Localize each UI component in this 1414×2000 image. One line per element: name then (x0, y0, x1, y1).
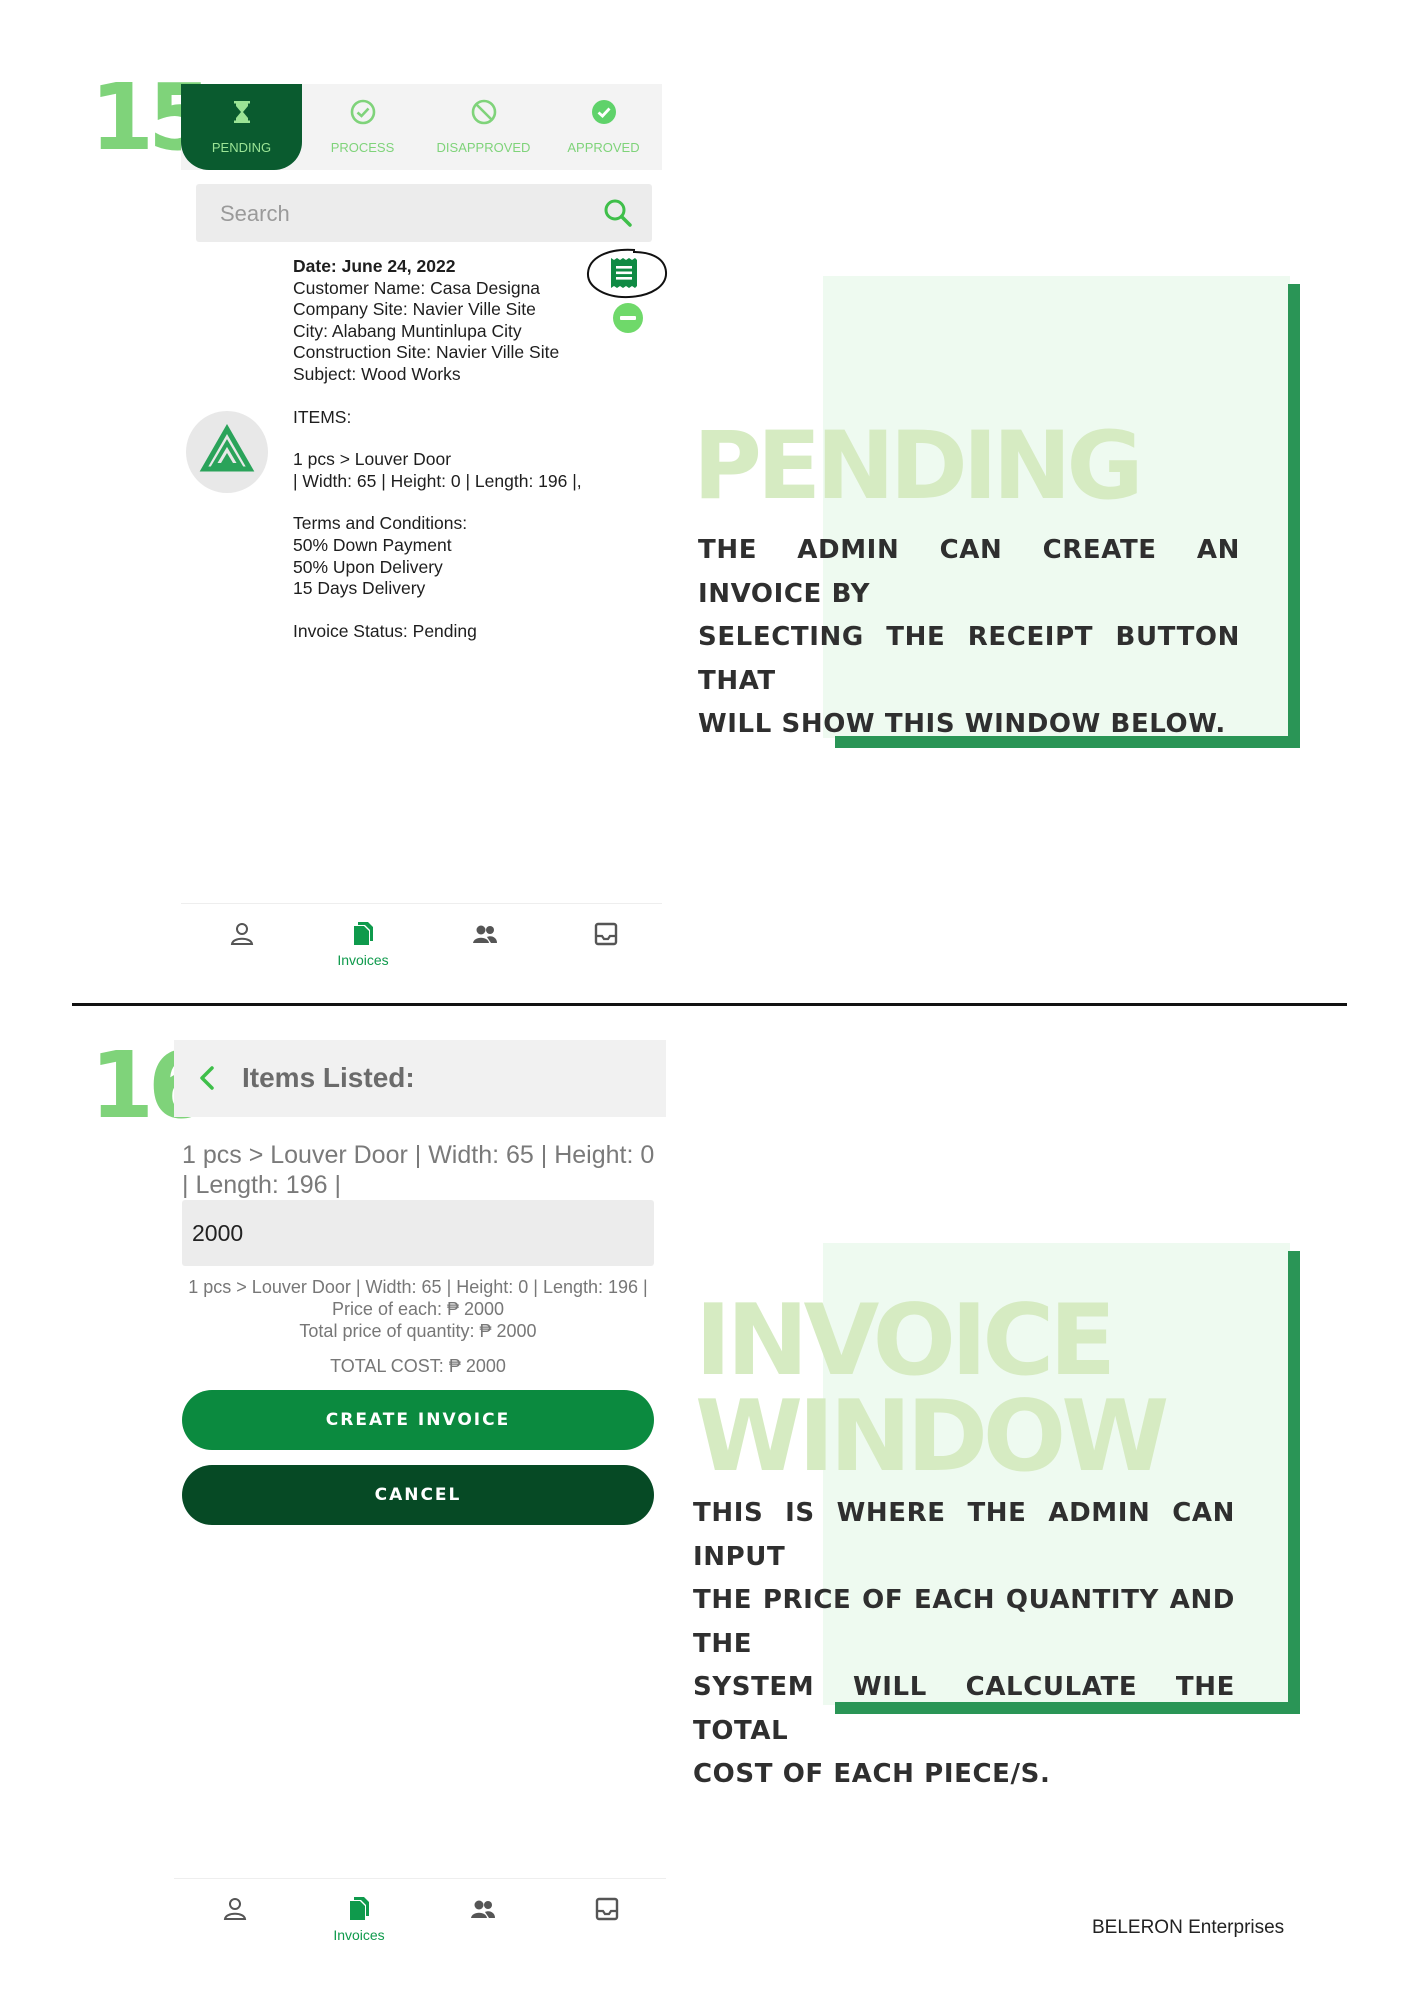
price-summary: 1 pcs > Louver Door | Width: 65 | Height… (168, 1276, 668, 1377)
inbox-icon (595, 1897, 619, 1921)
city: City: Alabang Muntinlupa City (293, 320, 522, 341)
nav-label: Invoices (337, 952, 389, 968)
panel-description-line: COST OF EACH PIECE/S. (693, 1759, 1051, 1789)
term-upon-delivery: 50% Upon Delivery (293, 556, 443, 577)
item-line: 1 pcs > Louver Door | Width: 65 | Height… (182, 1141, 655, 1169)
tab-pending[interactable]: PENDING (181, 84, 302, 170)
triangle-logo-icon (199, 423, 255, 472)
invoice-status: Invoice Status: Pending (293, 620, 477, 641)
term-delivery-days: 15 Days Delivery (293, 578, 426, 599)
check-circle-outline-icon (350, 99, 375, 125)
info-panel-border (1288, 1251, 1300, 1714)
panel-description: THE ADMIN CAN CREATE AN INVOICE BY SELEC… (698, 529, 1240, 747)
section-divider (72, 1003, 1347, 1006)
panel-title-invoice: INVOICE (695, 1284, 1116, 1398)
customer-name: Customer Name: Casa Designa (293, 277, 541, 298)
prohibited-icon (471, 99, 496, 125)
inbox-icon (594, 922, 618, 946)
person-icon (230, 923, 254, 945)
nav-profile[interactable] (181, 904, 303, 980)
price-input[interactable]: 2000 (182, 1200, 654, 1266)
construction-site: Construction Site: Navier Ville Site (293, 342, 560, 363)
terms-heading: Terms and Conditions: (293, 513, 468, 534)
panel-description-line: THE ADMIN CAN CREATE AN INVOICE BY (698, 535, 1240, 609)
tab-label: DISAPPROVED (436, 140, 531, 155)
summary-total-quantity: Total price of quantity: ₱ 2000 (299, 1321, 537, 1341)
summary-total-cost: TOTAL COST: ₱ 2000 (330, 1356, 506, 1376)
tab-disapproved[interactable]: DISAPPROVED (423, 84, 544, 170)
items-listed-header: Items Listed: (174, 1040, 666, 1117)
person-icon (223, 1898, 247, 1920)
nav-label: Invoices (333, 1927, 385, 1943)
tab-label: PROCESS (330, 140, 395, 155)
panel-description: THIS IS WHERE THE ADMIN CAN INPUT THE PR… (693, 1492, 1235, 1797)
info-panel-border (1288, 284, 1300, 748)
group-icon (473, 925, 497, 943)
tab-label: APPROVED (567, 140, 640, 155)
nav-users[interactable] (424, 904, 546, 980)
invoice-date: Date: June 24, 2022 (293, 256, 456, 276)
chevron-left-icon[interactable] (196, 1064, 218, 1092)
invoice-details: Date: June 24, 2022 Customer Name: Casa … (293, 256, 623, 642)
item-description: 1 pcs > Louver Door | Width: 65 | Height… (182, 1140, 662, 1200)
nav-invoices[interactable]: Invoices (302, 904, 424, 980)
bottom-nav: Invoices (174, 1878, 666, 1955)
company-logo-avatar (186, 411, 268, 493)
search-bar[interactable]: Search (196, 184, 652, 242)
check-circle-filled-icon (591, 100, 616, 124)
remove-icon[interactable] (612, 302, 644, 334)
summary-item: 1 pcs > Louver Door | Width: 65 | Height… (188, 1277, 648, 1297)
nav-users[interactable] (422, 1879, 544, 1955)
item-dimensions: | Width: 65 | Height: 0 | Length: 196 |, (293, 470, 582, 491)
term-down-payment: 50% Down Payment (293, 534, 452, 555)
hourglass-icon (233, 101, 250, 123)
nav-profile[interactable] (174, 1879, 296, 1955)
panel-title-window: WINDOW (695, 1380, 1169, 1494)
tab-approved[interactable]: APPROVED (543, 84, 664, 170)
invoices-icon (354, 922, 373, 945)
summary-price-each: Price of each: ₱ 2000 (331, 1299, 505, 1319)
page-title: Items Listed: (242, 1062, 415, 1093)
panel-description-line: WILL SHOW THIS WINDOW BELOW. (698, 709, 1226, 739)
price-input-value: 2000 (192, 1220, 244, 1246)
group-icon (471, 1900, 495, 1918)
search-placeholder: Search (220, 201, 290, 226)
items-heading: ITEMS: (293, 406, 352, 427)
company-site: Company Site: Navier Ville Site (293, 299, 536, 320)
tab-label: PENDING (211, 140, 272, 155)
panel-title-pending: PENDING (693, 412, 1144, 521)
create-invoice-button[interactable]: CREATE INVOICE (182, 1390, 654, 1450)
nav-inbox[interactable] (546, 1879, 668, 1955)
panel-description-line: SELECTING THE RECEIPT BUTTON THAT (698, 622, 1240, 696)
cancel-button[interactable]: CANCEL (182, 1465, 654, 1525)
search-icon[interactable] (602, 197, 634, 229)
subject: Subject: Wood Works (293, 363, 461, 384)
receipt-icon[interactable] (606, 255, 642, 291)
nav-inbox[interactable] (545, 904, 667, 980)
bottom-nav: Invoices (181, 903, 662, 980)
tab-process[interactable]: PROCESS (302, 84, 423, 170)
status-tab-bar: PENDING PROCESS DISAPPROVED APPROVED (181, 84, 662, 170)
item-line: | Length: 196 | (182, 1171, 341, 1199)
panel-description-line: THE PRICE OF EACH QUANTITY AND THE (693, 1585, 1235, 1659)
panel-description-line: SYSTEM WILL CALCULATE THE TOTAL (693, 1672, 1235, 1746)
footer-brand: BELERON Enterprises (1092, 1917, 1285, 1938)
panel-description-line: THIS IS WHERE THE ADMIN CAN INPUT (693, 1498, 1235, 1572)
invoices-icon (350, 1897, 369, 1920)
nav-invoices[interactable]: Invoices (298, 1879, 420, 1955)
item-line: 1 pcs > Louver Door (293, 449, 452, 470)
